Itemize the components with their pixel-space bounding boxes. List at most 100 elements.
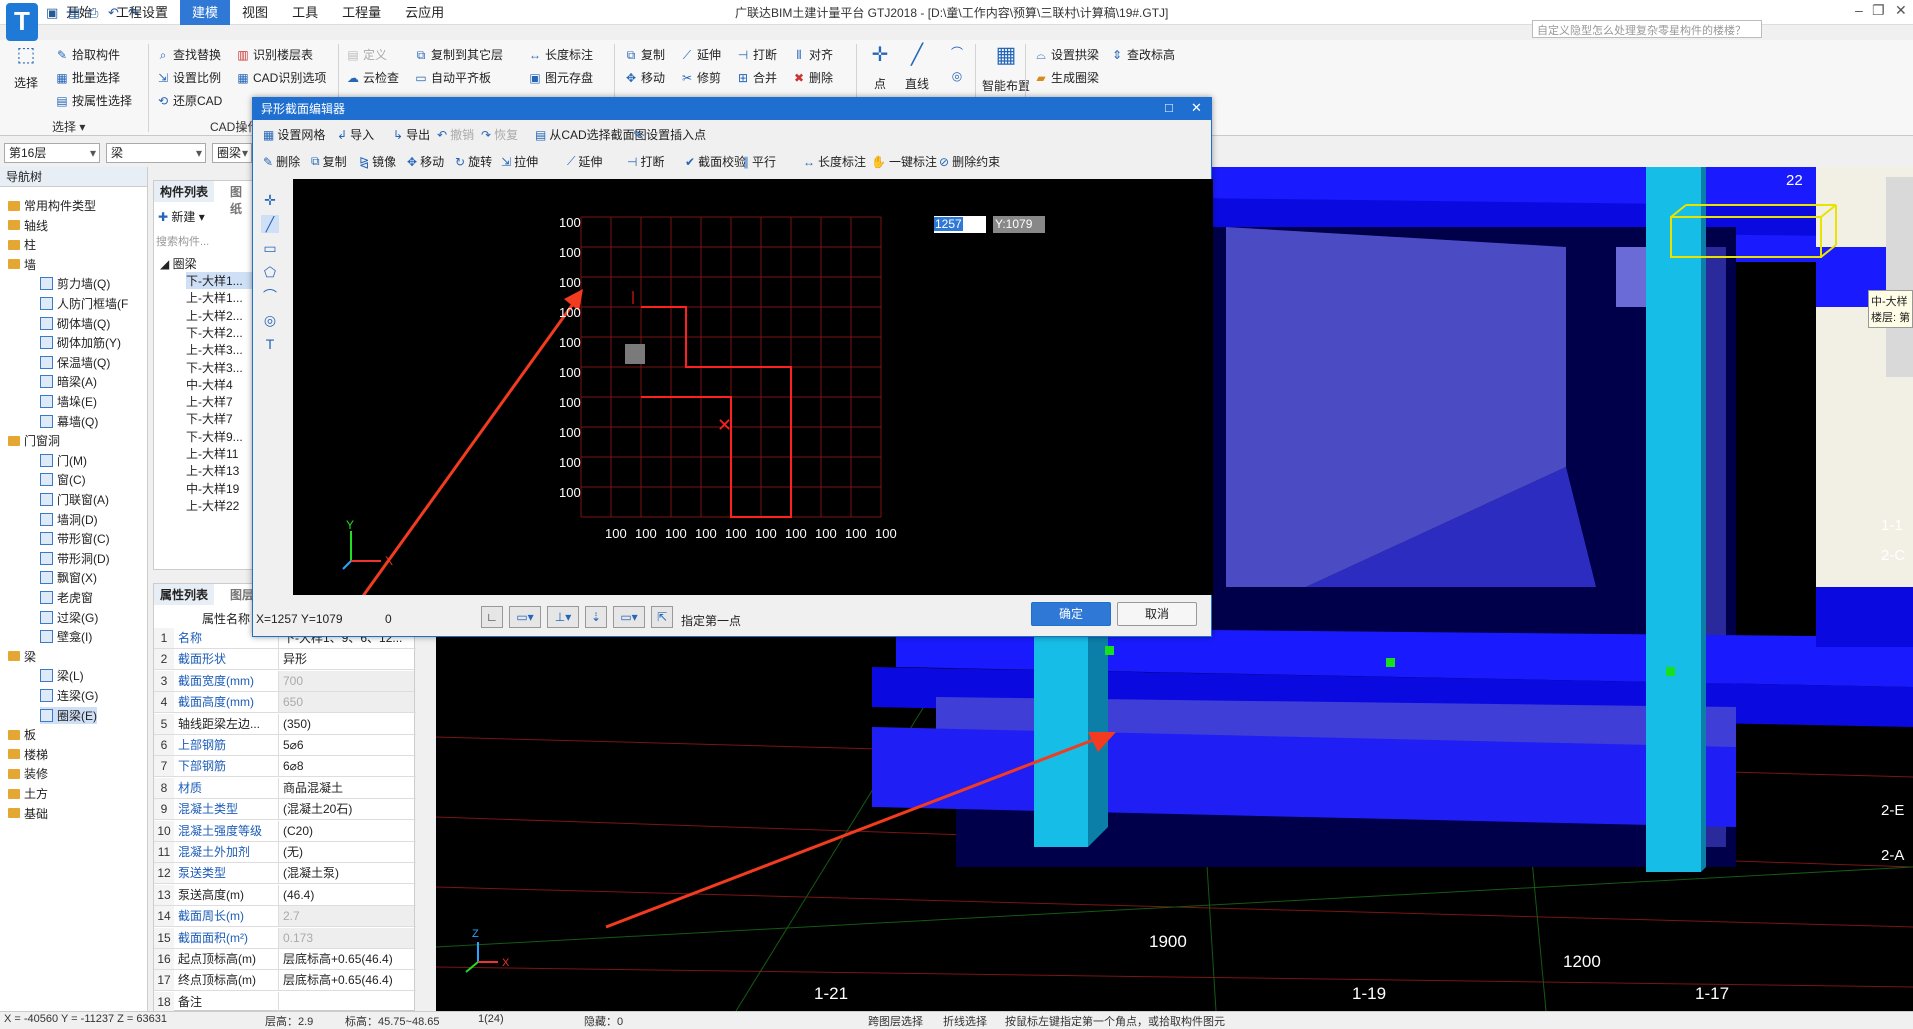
property-row[interactable]: 15 截面面积(m²) 0.173: [154, 927, 416, 949]
app-logo-icon[interactable]: T: [6, 3, 38, 41]
cloud-check-button[interactable]: ☁ 云检查: [346, 69, 399, 86]
tab-component-list[interactable]: 构件列表: [154, 181, 215, 202]
property-row[interactable]: 11 混凝土外加剂 (无): [154, 842, 416, 863]
property-row[interactable]: 18 备注: [154, 991, 416, 1013]
component-list-item[interactable]: 中-大样4: [186, 376, 252, 393]
component-list-item[interactable]: 下-大样9...: [186, 428, 252, 445]
component-list-item[interactable]: 上-大样22: [186, 497, 252, 514]
nav-item[interactable]: 老虎窗: [40, 589, 93, 606]
find-replace-button[interactable]: ⌕ 查找替换: [156, 46, 221, 63]
menu-tab[interactable]: 建模: [180, 0, 231, 25]
nav-item[interactable]: 圈梁(E): [40, 706, 97, 724]
component-list-item[interactable]: 上-大样7: [186, 393, 252, 410]
polyline-select-button[interactable]: 折线选择: [943, 1013, 987, 1029]
arc-tool-icon[interactable]: ⌒: [261, 287, 279, 305]
section-canvas[interactable]: ✕ Y X 100 100 100 100 100 100 100 100 100 100 100…: [251, 179, 1213, 750]
circle-tool-icon[interactable]: ◎: [261, 311, 279, 329]
property-row[interactable]: 7 下部钢筋 6⌀8: [154, 756, 416, 778]
set-scale-button[interactable]: ⇲ 设置比例: [156, 69, 221, 86]
nav-item[interactable]: 保温墙(Q): [40, 354, 110, 371]
nav-item[interactable]: 连梁(G): [40, 687, 98, 704]
dialog-tool-button[interactable]: ⧎ 镜像: [359, 153, 396, 170]
nav-item[interactable]: 砌体加筋(Y): [40, 334, 121, 351]
delete-button[interactable]: ✖ 删除: [792, 69, 833, 86]
property-value[interactable]: 层底标高+0.65(46.4): [278, 949, 414, 969]
property-row[interactable]: 4 截面高度(mm) 650: [154, 692, 416, 714]
property-value[interactable]: [278, 991, 414, 1012]
cad-toggle-icon[interactable]: ⇱: [651, 606, 673, 628]
floor-select[interactable]: 第16层: [4, 143, 100, 163]
nav-item[interactable]: 柱: [8, 236, 36, 253]
dialog-tool-button[interactable]: ⇲ 拉伸: [501, 153, 538, 170]
set-arch-beam-button[interactable]: ⌓ 设置拱梁: [1034, 46, 1099, 63]
copy-to-floor-button[interactable]: ⧉ 复制到其它层: [414, 46, 503, 63]
cross-layer-select-button[interactable]: 跨图层选择: [868, 1013, 923, 1029]
tab-drawing[interactable]: 图纸: [224, 181, 254, 219]
y-coordinate-input[interactable]: Y:1079: [993, 216, 1045, 233]
nav-item[interactable]: 过梁(G): [40, 609, 98, 626]
component-list-item[interactable]: 下-大样2...: [186, 324, 252, 341]
extend-button[interactable]: ⟋ 延伸: [680, 46, 721, 63]
component-list-item[interactable]: 上-大样11: [186, 445, 252, 462]
dialog-tool-button[interactable]: ⧉ 复制: [311, 153, 347, 170]
component-list-item[interactable]: 上-大样2...: [186, 307, 252, 324]
property-value[interactable]: (350): [278, 713, 414, 734]
property-value[interactable]: 2.7: [278, 906, 414, 927]
menu-tab[interactable]: 云应用: [393, 0, 456, 25]
nav-item[interactable]: 墙垛(E): [40, 393, 97, 410]
trim-button[interactable]: ✂ 修剪: [680, 69, 721, 86]
nav-item[interactable]: 梁: [8, 648, 36, 665]
menu-tab[interactable]: 视图: [230, 0, 280, 25]
component-list-item[interactable]: 下-大样7: [186, 410, 252, 427]
check-elevation-button[interactable]: ⇕ 查改标高: [1110, 46, 1175, 63]
nav-item[interactable]: 土方: [8, 785, 48, 802]
nav-item[interactable]: 幕墙(Q): [40, 413, 98, 430]
property-value[interactable]: (46.4): [278, 884, 414, 905]
menu-tab[interactable]: 工程量: [330, 0, 393, 25]
break-button[interactable]: ⊣ 打断: [736, 46, 777, 63]
dialog-tool-button[interactable]: ∥ 平行: [743, 153, 776, 170]
dialog-tool-button[interactable]: ✋ 一键标注: [871, 153, 937, 170]
copy-button[interactable]: ⧉ 复制: [624, 46, 665, 63]
nav-item[interactable]: 基础: [8, 805, 48, 822]
point-draw-button[interactable]: ✛ 点: [868, 45, 892, 92]
dialog-tool-button[interactable]: ✎ 删除: [263, 153, 300, 170]
component-search-input[interactable]: 搜索构件...: [156, 233, 252, 251]
component-list-item[interactable]: 上-大样3...: [186, 341, 252, 358]
restore-icon[interactable]: ❐: [1872, 2, 1885, 19]
dialog-tool-button[interactable]: ⊘ 删除约束: [939, 153, 1000, 170]
nav-item[interactable]: 墙: [8, 256, 36, 273]
pick-component-button[interactable]: ✎ 拾取构件: [55, 46, 120, 63]
nav-item[interactable]: 带形窗(C): [40, 530, 110, 547]
line-tool-icon[interactable]: ╱: [261, 215, 279, 233]
polygon-tool-icon[interactable]: ⬠: [261, 263, 279, 281]
dialog-tool-button[interactable]: ↔ 长度标注: [803, 153, 866, 170]
dialog-tool-button[interactable]: ↳ 导出: [393, 126, 430, 143]
arc-tool-button[interactable]: ⌒: [950, 46, 964, 60]
select-big-button[interactable]: ⬚ 选择: [14, 45, 38, 91]
nav-item[interactable]: 板: [8, 726, 36, 743]
close-icon[interactable]: ✕: [1895, 2, 1907, 19]
property-row[interactable]: 12 泵送类型 (混凝土泵): [154, 863, 416, 885]
property-row[interactable]: 14 截面周长(m) 2.7: [154, 906, 416, 928]
property-value[interactable]: 650: [278, 692, 414, 713]
property-row[interactable]: 9 混凝土类型 (混凝土20石): [154, 799, 416, 821]
point-tool-icon[interactable]: ✛: [261, 191, 279, 209]
dialog-close-icon[interactable]: ✕: [1191, 100, 1202, 116]
property-row[interactable]: 13 泵送高度(m) (46.4): [154, 884, 416, 906]
select-group-label[interactable]: 选择 ▾: [52, 118, 85, 135]
component-type-select[interactable]: 梁: [106, 143, 206, 163]
property-row[interactable]: 2 截面形状 异形: [154, 649, 416, 671]
select-by-attr-button[interactable]: ▤ 按属性选择: [55, 92, 132, 109]
print-icon[interactable]: ⎙: [88, 5, 98, 21]
nav-item[interactable]: 壁龛(I): [40, 628, 92, 645]
component-list-item[interactable]: 上-大样13: [186, 462, 252, 479]
dialog-tool-button[interactable]: ⟋ 延伸: [567, 153, 602, 170]
component-list-item[interactable]: 下-大样3...: [186, 359, 252, 376]
nav-item[interactable]: 飘窗(X): [40, 569, 97, 586]
rect-tool-icon[interactable]: ▭: [261, 239, 279, 257]
nav-item[interactable]: 窗(C): [40, 471, 86, 488]
batch-select-button[interactable]: ▦ 批量选择: [55, 69, 120, 86]
dialog-tool-button[interactable]: ↻ 旋转: [455, 153, 492, 170]
cancel-button[interactable]: 取消: [1117, 602, 1197, 626]
